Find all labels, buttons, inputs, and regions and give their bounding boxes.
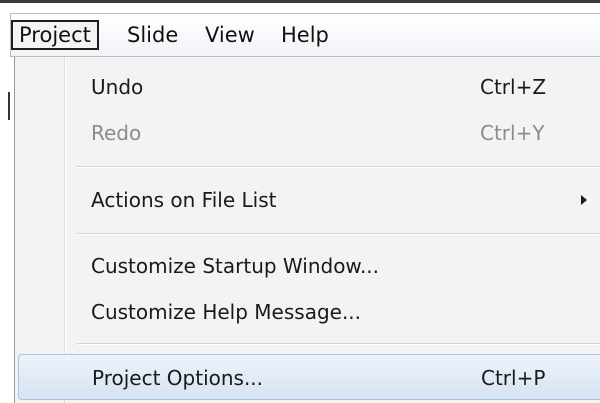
- menu-item-label: Actions on File List: [91, 188, 277, 212]
- menu-help[interactable]: Help: [273, 20, 337, 50]
- window-top-edge: [0, 0, 600, 3]
- menu-item-redo[interactable]: Redo Ctrl+Y: [15, 110, 600, 156]
- menu-project[interactable]: Project: [11, 20, 99, 50]
- submenu-arrow-icon: [581, 195, 587, 205]
- menu-item-project-options[interactable]: Project Options... Ctrl+P: [18, 354, 600, 400]
- app-window: Project Slide View Help Undo Ctrl+Z Redo…: [0, 0, 600, 403]
- window-border-fragment: [8, 92, 10, 120]
- menu-item-undo[interactable]: Undo Ctrl+Z: [15, 64, 600, 110]
- menu-slide[interactable]: Slide: [119, 20, 186, 50]
- menu-item-label: Undo: [91, 75, 144, 99]
- project-dropdown-menu: Undo Ctrl+Z Redo Ctrl+Y Actions on File …: [14, 57, 600, 403]
- menu-item-shortcut: Ctrl+Z: [480, 75, 547, 99]
- menu-item-label: Project Options...: [92, 366, 264, 390]
- menu-item-label: Customize Startup Window...: [91, 254, 380, 278]
- menu-separator: [77, 343, 600, 345]
- menu-separator: [77, 166, 600, 168]
- menu-item-shortcut: Ctrl+P: [481, 366, 546, 390]
- menu-item-actions-on-file-list[interactable]: Actions on File List: [15, 177, 600, 223]
- menu-item-shortcut: Ctrl+Y: [480, 121, 545, 145]
- menu-bar: Project Slide View Help: [10, 13, 600, 57]
- menu-item-customize-startup-window[interactable]: Customize Startup Window...: [15, 243, 600, 289]
- menu-view[interactable]: View: [197, 20, 263, 50]
- menu-item-label: Redo: [91, 121, 142, 145]
- menu-item-customize-help-message[interactable]: Customize Help Message...: [15, 289, 600, 335]
- menu-separator: [77, 233, 600, 235]
- menu-item-label: Customize Help Message...: [91, 300, 362, 324]
